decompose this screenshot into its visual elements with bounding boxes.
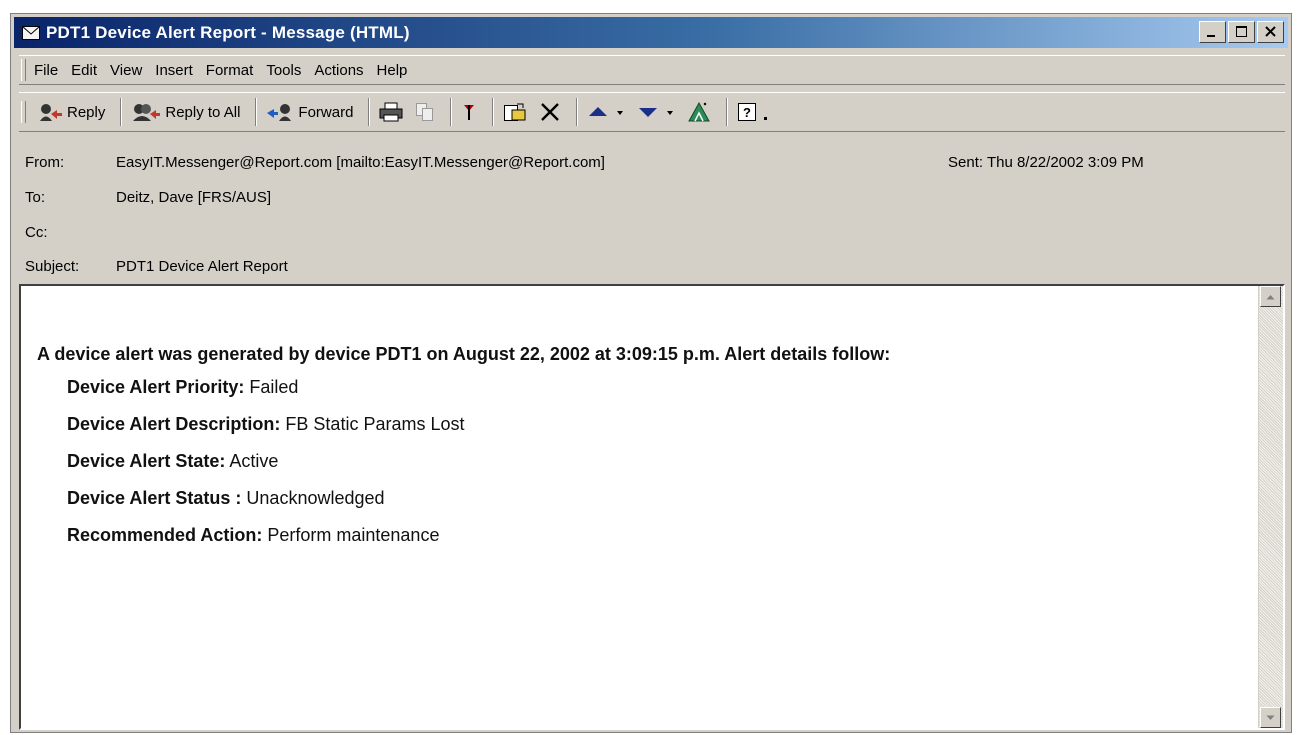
menu-grip[interactable] (21, 59, 26, 81)
message-headers: From: EasyIT.Messenger@Report.com [mailt… (25, 154, 1281, 284)
from-value[interactable]: EasyIT.Messenger@Report.com [mailto:Easy… (116, 154, 605, 171)
detail-value: FB Static Params Lost (285, 414, 465, 434)
next-item-button[interactable] (634, 100, 678, 124)
delete-button[interactable] (536, 100, 564, 124)
scroll-up-button[interactable] (1260, 286, 1281, 307)
address-book-icon (688, 101, 711, 122)
toolbar-separator (368, 98, 371, 126)
detail-label: Device Alert Status : (67, 488, 242, 508)
alert-intro: A device alert was generated by device P… (37, 344, 891, 364)
detail-value: Perform maintenance (267, 525, 440, 545)
reply-all-button[interactable]: Reply to All (128, 100, 243, 124)
previous-item-button[interactable] (584, 100, 628, 124)
move-to-folder-icon (504, 103, 526, 121)
reply-label: Reply (67, 103, 106, 121)
next-item-icon (639, 108, 674, 117)
maximize-icon (1236, 26, 1247, 37)
detail-status: Device Alert Status : Unacknowledged (67, 480, 890, 517)
toolbar-separator (120, 98, 123, 126)
detail-recommended-action: Recommended Action: Perform maintenance (67, 517, 890, 554)
previous-item-icon (589, 107, 624, 116)
message-window: PDT1 Device Alert Report - Message (HTML… (10, 13, 1292, 733)
to-label: To: (25, 189, 46, 206)
copy-button[interactable] (412, 100, 438, 124)
title-bar[interactable]: PDT1 Device Alert Report - Message (HTML… (14, 17, 1288, 48)
flag-icon (464, 105, 475, 120)
flag-button[interactable] (458, 100, 480, 124)
vertical-scrollbar[interactable] (1258, 286, 1283, 728)
reply-all-label: Reply to All (165, 103, 241, 121)
forward-button[interactable]: Forward (263, 100, 356, 124)
scroll-down-button[interactable] (1260, 707, 1281, 728)
subject-label: Subject: (25, 258, 80, 275)
detail-value: Unacknowledged (246, 488, 385, 508)
forward-icon (267, 104, 292, 121)
envelope-icon (22, 25, 40, 40)
close-icon (1265, 26, 1276, 37)
window-title: PDT1 Device Alert Report - Message (HTML… (46, 22, 410, 42)
menu-tools[interactable]: Tools (266, 62, 301, 79)
toolbar-separator (726, 98, 729, 126)
reply-button[interactable]: Reply (34, 100, 108, 124)
detail-value: Active (229, 451, 279, 471)
detail-state: Device Alert State: Active (67, 443, 890, 480)
toolbar-separator (255, 98, 258, 126)
minimize-button[interactable] (1199, 21, 1226, 43)
menu-bar: File Edit View Insert Format Tools Actio… (19, 55, 1285, 85)
from-label: From: (25, 154, 65, 171)
address-book-button[interactable] (684, 99, 714, 125)
message-body[interactable]: A device alert was generated by device P… (19, 284, 1285, 730)
to-value[interactable]: Deitz, Dave [FRS/AUS] (116, 189, 271, 206)
delete-icon (541, 103, 560, 121)
detail-value: Failed (249, 377, 299, 397)
help-button[interactable]: ? (734, 99, 776, 125)
move-to-folder-button[interactable] (500, 100, 530, 124)
menu-view[interactable]: View (110, 62, 142, 79)
reply-icon (40, 104, 62, 121)
toolbar-separator (450, 98, 453, 126)
sent-value: Thu 8/22/2002 3:09 PM (986, 154, 1144, 171)
copy-icon (416, 103, 434, 121)
sent-label: Sent: (948, 154, 984, 171)
standard-toolbar: Reply Reply to All Forward ? (19, 92, 1285, 132)
menu-edit[interactable]: Edit (71, 62, 97, 79)
sent-field: Sent: Thu 8/22/2002 3:09 PM (948, 154, 1144, 171)
toolbar-separator (492, 98, 495, 126)
detail-label: Device Alert Priority: (67, 377, 245, 397)
minimize-icon (1207, 35, 1215, 37)
scroll-down-icon (1266, 715, 1275, 720)
detail-description: Device Alert Description: FB Static Para… (67, 406, 890, 443)
forward-label: Forward (298, 103, 354, 121)
menu-format[interactable]: Format (206, 62, 254, 79)
reply-all-icon (133, 104, 161, 121)
detail-label: Device Alert Description: (67, 414, 281, 434)
message-content: A device alert was generated by device P… (37, 344, 890, 554)
menu-actions[interactable]: Actions (314, 62, 363, 79)
subject-value: PDT1 Device Alert Report (116, 258, 288, 275)
cc-label: Cc: (25, 224, 48, 241)
detail-label: Recommended Action: (67, 525, 263, 545)
menu-file[interactable]: File (34, 62, 58, 79)
toolbar-separator (576, 98, 579, 126)
close-button[interactable] (1257, 21, 1284, 43)
print-icon (379, 102, 403, 122)
scroll-up-icon (1266, 294, 1275, 299)
detail-priority: Device Alert Priority: Failed (67, 369, 890, 406)
maximize-button[interactable] (1228, 21, 1255, 43)
print-button[interactable] (376, 100, 406, 124)
menu-insert[interactable]: Insert (155, 62, 193, 79)
detail-label: Device Alert State: (67, 451, 226, 471)
svg-text:?: ? (743, 105, 751, 120)
toolbar-grip[interactable] (21, 101, 26, 123)
help-icon: ? (738, 103, 768, 121)
menu-help[interactable]: Help (377, 62, 408, 79)
